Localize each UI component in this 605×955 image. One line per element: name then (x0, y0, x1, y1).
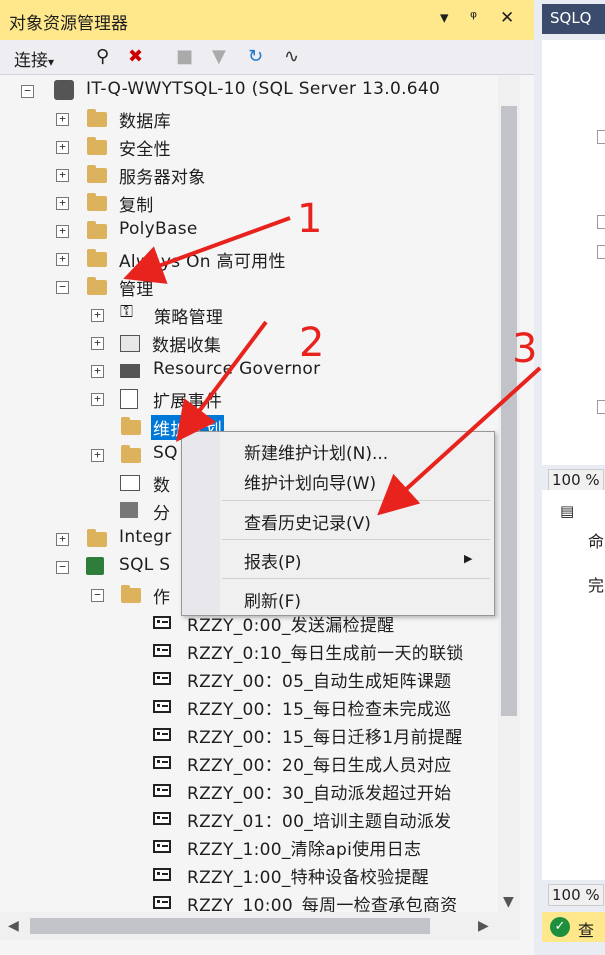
arrow-2 (176, 320, 268, 442)
annotation-number: 3 (512, 326, 538, 372)
arrow-1 (123, 216, 291, 284)
annotation-number: 1 (297, 196, 323, 242)
annotation-number: 2 (299, 320, 325, 366)
arrow-3 (377, 366, 542, 516)
annotation-arrows (123, 216, 542, 516)
